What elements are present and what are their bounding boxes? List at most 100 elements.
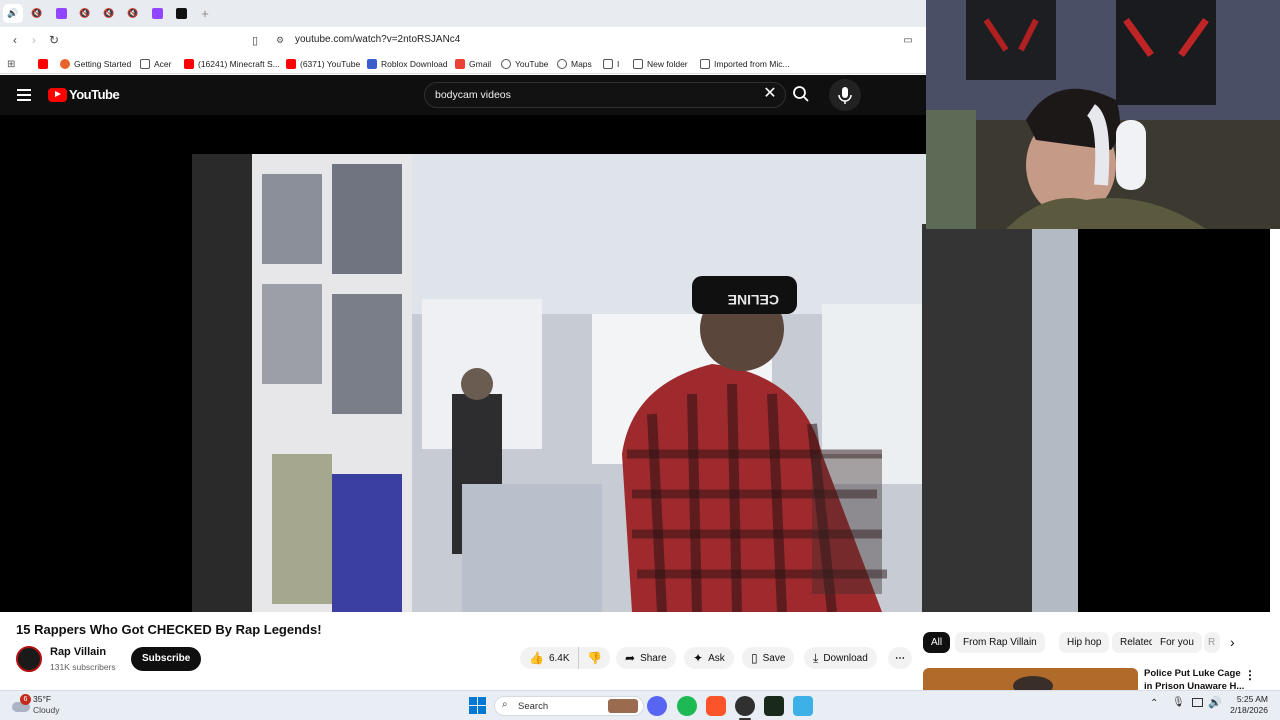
channel-avatar[interactable] — [16, 646, 42, 672]
windows-taskbar: 6 35°F Cloudy ⌕ Search ⌃ 🎙 🔊 5:25 AM 2/1… — [0, 690, 1280, 720]
url-text: youtube.com/watch?v=2ntoRSJANc4 — [295, 34, 461, 45]
close-icon: ✕ — [763, 85, 777, 102]
forward-button[interactable]: › — [25, 32, 43, 48]
ask-button[interactable]: ✦ Ask — [684, 647, 734, 669]
subscribe-button[interactable]: Subscribe — [131, 647, 202, 671]
obs-icon[interactable] — [735, 696, 755, 716]
chip-partial[interactable]: R — [1204, 632, 1220, 653]
taskbar-search[interactable]: ⌕ Search — [494, 696, 644, 716]
bookmark-icon: ▯ — [251, 34, 259, 47]
youtube-header: YouTube bodycam videos ✕ — [0, 75, 926, 115]
mic-tray-icon[interactable]: 🎙 — [1172, 697, 1185, 708]
new-tab-button[interactable]: + — [195, 4, 215, 23]
save-button[interactable]: ▯ Save — [742, 647, 795, 669]
more-horizontal-icon: ⋯ — [895, 652, 905, 664]
channel-name[interactable]: Rap Villain — [50, 646, 106, 658]
chip-for-you[interactable]: For you — [1152, 632, 1202, 653]
rec-thumbnail[interactable] — [923, 668, 1138, 690]
terminal-app-icon[interactable] — [764, 696, 784, 716]
more-actions-button[interactable]: ⋯ — [888, 647, 912, 669]
bookmark-label: New folder — [647, 59, 688, 69]
chip-from-rap-villain[interactable]: From Rap Villain — [955, 632, 1045, 653]
volume-icon[interactable]: 🔊 — [1208, 696, 1222, 709]
network-icon[interactable] — [1192, 698, 1203, 707]
brave-icon[interactable] — [706, 696, 726, 716]
start-button[interactable] — [469, 697, 486, 714]
bookmark-imported[interactable]: Imported from Mic... — [700, 57, 790, 71]
chips-next-button[interactable]: › — [1230, 634, 1235, 650]
bookmark-label: (16241) Minecraft S... — [198, 59, 280, 69]
bookmark-youtube-icon-only[interactable] — [38, 57, 48, 71]
like-count: 6.4K — [548, 652, 570, 664]
file-app-icon[interactable] — [793, 696, 813, 716]
like-button[interactable]: 👍 6.4K — [520, 647, 578, 669]
page-scrollbar[interactable] — [1270, 229, 1280, 690]
chip-all[interactable]: All — [923, 632, 951, 653]
bookmark-youtube[interactable]: YouTube — [501, 57, 548, 71]
reload-button[interactable]: ↻ — [45, 32, 63, 48]
menu-button[interactable] — [17, 88, 31, 101]
thumbnail-image — [1013, 676, 1053, 690]
roblox-icon — [367, 59, 377, 69]
folder-icon — [603, 59, 613, 69]
tray-overflow-button[interactable]: ⌃ — [1150, 698, 1158, 709]
youtube-logo[interactable]: YouTube — [48, 87, 120, 102]
windows-logo-icon — [469, 697, 486, 714]
bookmark-minecraft[interactable]: (16241) Minecraft S... — [184, 57, 280, 71]
browser-toolbar: ‹ › ↻ ▯ ⚙ youtube.com/watch?v=2ntoRSJANc… — [0, 27, 926, 53]
tab-muted-3[interactable]: 🔇 — [99, 4, 119, 23]
bookmark-new-folder[interactable]: New folder — [633, 57, 688, 71]
thumbs-down-icon: 👎 — [587, 651, 602, 665]
clock-time[interactable]: 5:25 AM — [1230, 694, 1268, 704]
bookmark-getting-started[interactable]: Getting Started — [60, 57, 131, 71]
plus-icon: + — [201, 6, 209, 21]
muted-icon: 🔇 — [79, 8, 91, 18]
firefox-icon — [60, 59, 70, 69]
app-icon — [175, 8, 187, 19]
bookmark-label: I — [617, 59, 620, 69]
download-button[interactable]: ⤓ Download — [804, 647, 877, 669]
share-label: Share — [640, 652, 667, 664]
youtube-icon — [184, 59, 194, 69]
search-highlight-icon — [608, 699, 638, 713]
webcam-image — [926, 0, 1280, 229]
speaker-icon: 🔊 — [7, 8, 19, 18]
tab-muted-1[interactable]: 🔇 — [27, 4, 47, 23]
tab-muted-4[interactable]: 🔇 — [123, 4, 143, 23]
bookmark-label: Roblox Download — [381, 59, 448, 69]
tab-strip: 🔊 🔇 🔇 🔇 🔇 + — [0, 0, 926, 27]
search-button[interactable] — [791, 84, 811, 104]
rec-title-line-2[interactable]: in Prison Unaware H... — [1144, 681, 1244, 690]
rec-title-line-1[interactable]: Police Put Luke Cage — [1144, 668, 1241, 679]
bookmark-roblox[interactable]: Roblox Download — [367, 57, 448, 71]
rec-menu-button[interactable]: ⋮ — [1244, 668, 1256, 682]
clear-search-button[interactable]: ✕ — [762, 85, 778, 103]
weather-widget-icon[interactable]: 6 — [12, 694, 32, 714]
tab-twitch-2[interactable] — [147, 4, 167, 23]
tab-muted-2[interactable]: 🔇 — [75, 4, 95, 23]
apps-button[interactable]: ⊞ — [7, 57, 15, 71]
search-input[interactable]: bodycam videos — [424, 82, 786, 108]
bookmark-youtube-6371[interactable]: (6371) YouTube — [286, 57, 360, 71]
address-bar[interactable]: ⚙ youtube.com/watch?v=2ntoRSJANc4 — [270, 30, 920, 50]
bookmark-acer[interactable]: Acer — [140, 57, 171, 71]
discord-icon[interactable] — [647, 696, 667, 716]
subscriber-count: 131K subscribers — [50, 662, 116, 672]
tab-twitch-1[interactable] — [51, 4, 71, 23]
bookmark-button[interactable]: ▯ — [246, 32, 264, 48]
cast-button[interactable]: ▭ — [899, 32, 917, 48]
voice-search-button[interactable] — [829, 79, 861, 111]
microphone-icon — [838, 87, 852, 104]
tab-youtube-active[interactable]: 🔊 — [3, 4, 23, 23]
dislike-button[interactable]: 👎 — [578, 647, 610, 669]
bookmark-gmail[interactable]: Gmail — [455, 57, 491, 71]
chip-hip-hop[interactable]: Hip hop — [1059, 632, 1110, 653]
back-button[interactable]: ‹ — [6, 32, 24, 48]
clock-date[interactable]: 2/18/2026 — [1226, 705, 1268, 715]
bookmark-i[interactable]: I — [603, 57, 619, 71]
spotify-icon[interactable] — [677, 696, 697, 716]
share-button[interactable]: ➦ Share — [616, 647, 676, 669]
tab-app[interactable] — [171, 4, 191, 23]
globe-icon — [557, 59, 567, 69]
bookmark-maps[interactable]: Maps — [557, 57, 592, 71]
